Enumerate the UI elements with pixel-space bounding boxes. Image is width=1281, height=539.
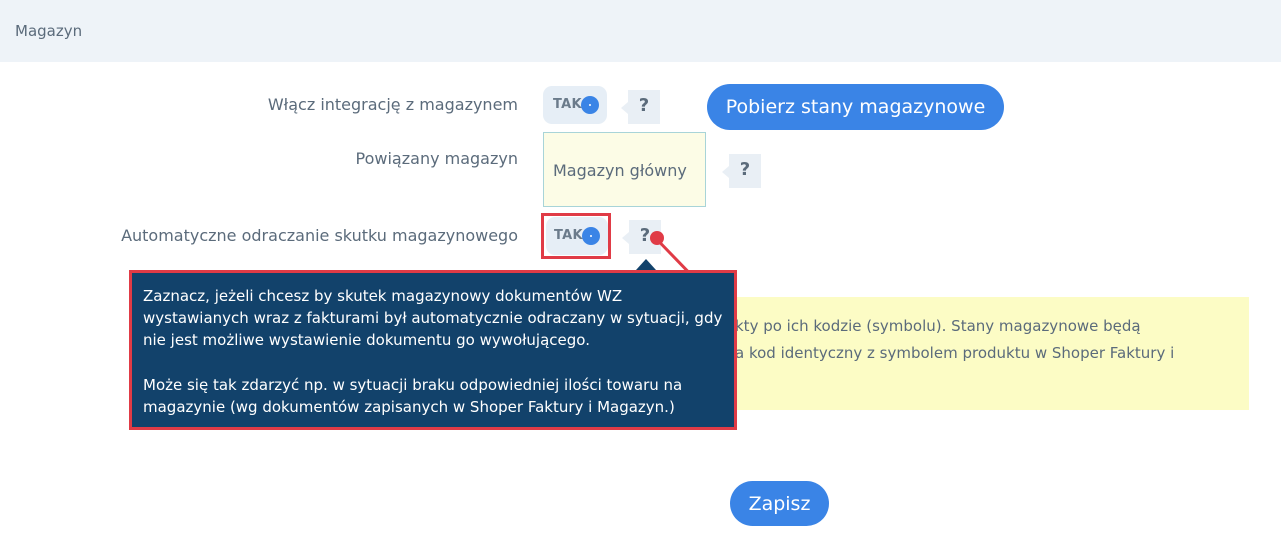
fetch-stock-button[interactable]: Pobierz stany magazynowe bbox=[707, 84, 1004, 130]
help-glyph: ? bbox=[739, 159, 751, 180]
annotation-pointer-dot bbox=[650, 231, 664, 245]
integration-help-icon[interactable]: ? bbox=[621, 90, 660, 124]
tooltip-line: nie jest możliwe wystawienie dokumentu g… bbox=[143, 331, 590, 349]
integration-label: Włącz integrację z magazynem bbox=[267, 95, 518, 114]
warehouse-help-icon[interactable]: ? bbox=[722, 154, 761, 188]
help-tooltip: Zaznacz, jeżeli chcesz by skutek magazyn… bbox=[129, 270, 737, 430]
tooltip-line: magazynie (wg dokumentów zapisanych w Sh… bbox=[143, 398, 675, 416]
info-line: kty po ich kodzie (symbolu). Stany magaz… bbox=[735, 317, 1141, 335]
toggle-knob bbox=[581, 96, 599, 114]
info-box: kty po ich kodzie (symbolu). Stany magaz… bbox=[735, 297, 1249, 410]
integration-toggle[interactable]: TAK bbox=[543, 86, 607, 124]
save-button[interactable]: Zapisz bbox=[730, 481, 829, 526]
tooltip-line: wystawianych wraz z fakturami był automa… bbox=[143, 309, 723, 327]
warehouse-label: Powiązany magazyn bbox=[355, 149, 518, 168]
tooltip-arrow bbox=[636, 259, 656, 270]
toggle-highlight-frame bbox=[541, 213, 611, 259]
section-header: Magazyn bbox=[0, 0, 1281, 62]
help-glyph: ? bbox=[638, 95, 650, 116]
info-line: a kod identyczny z symbolem produktu w S… bbox=[735, 344, 1175, 362]
tooltip-line: Może się tak zdarzyć np. w sytuacji brak… bbox=[143, 376, 683, 394]
section-title: Magazyn bbox=[15, 22, 83, 40]
tooltip-line: Zaznacz, jeżeli chcesz by skutek magazyn… bbox=[143, 287, 623, 305]
auto-defer-label: Automatyczne odraczanie skutku magazynow… bbox=[121, 226, 518, 245]
warehouse-select-value: Magazyn główny bbox=[553, 161, 687, 180]
warehouse-select[interactable]: Magazyn główny bbox=[543, 132, 706, 207]
toggle-state-text: TAK bbox=[553, 97, 582, 112]
